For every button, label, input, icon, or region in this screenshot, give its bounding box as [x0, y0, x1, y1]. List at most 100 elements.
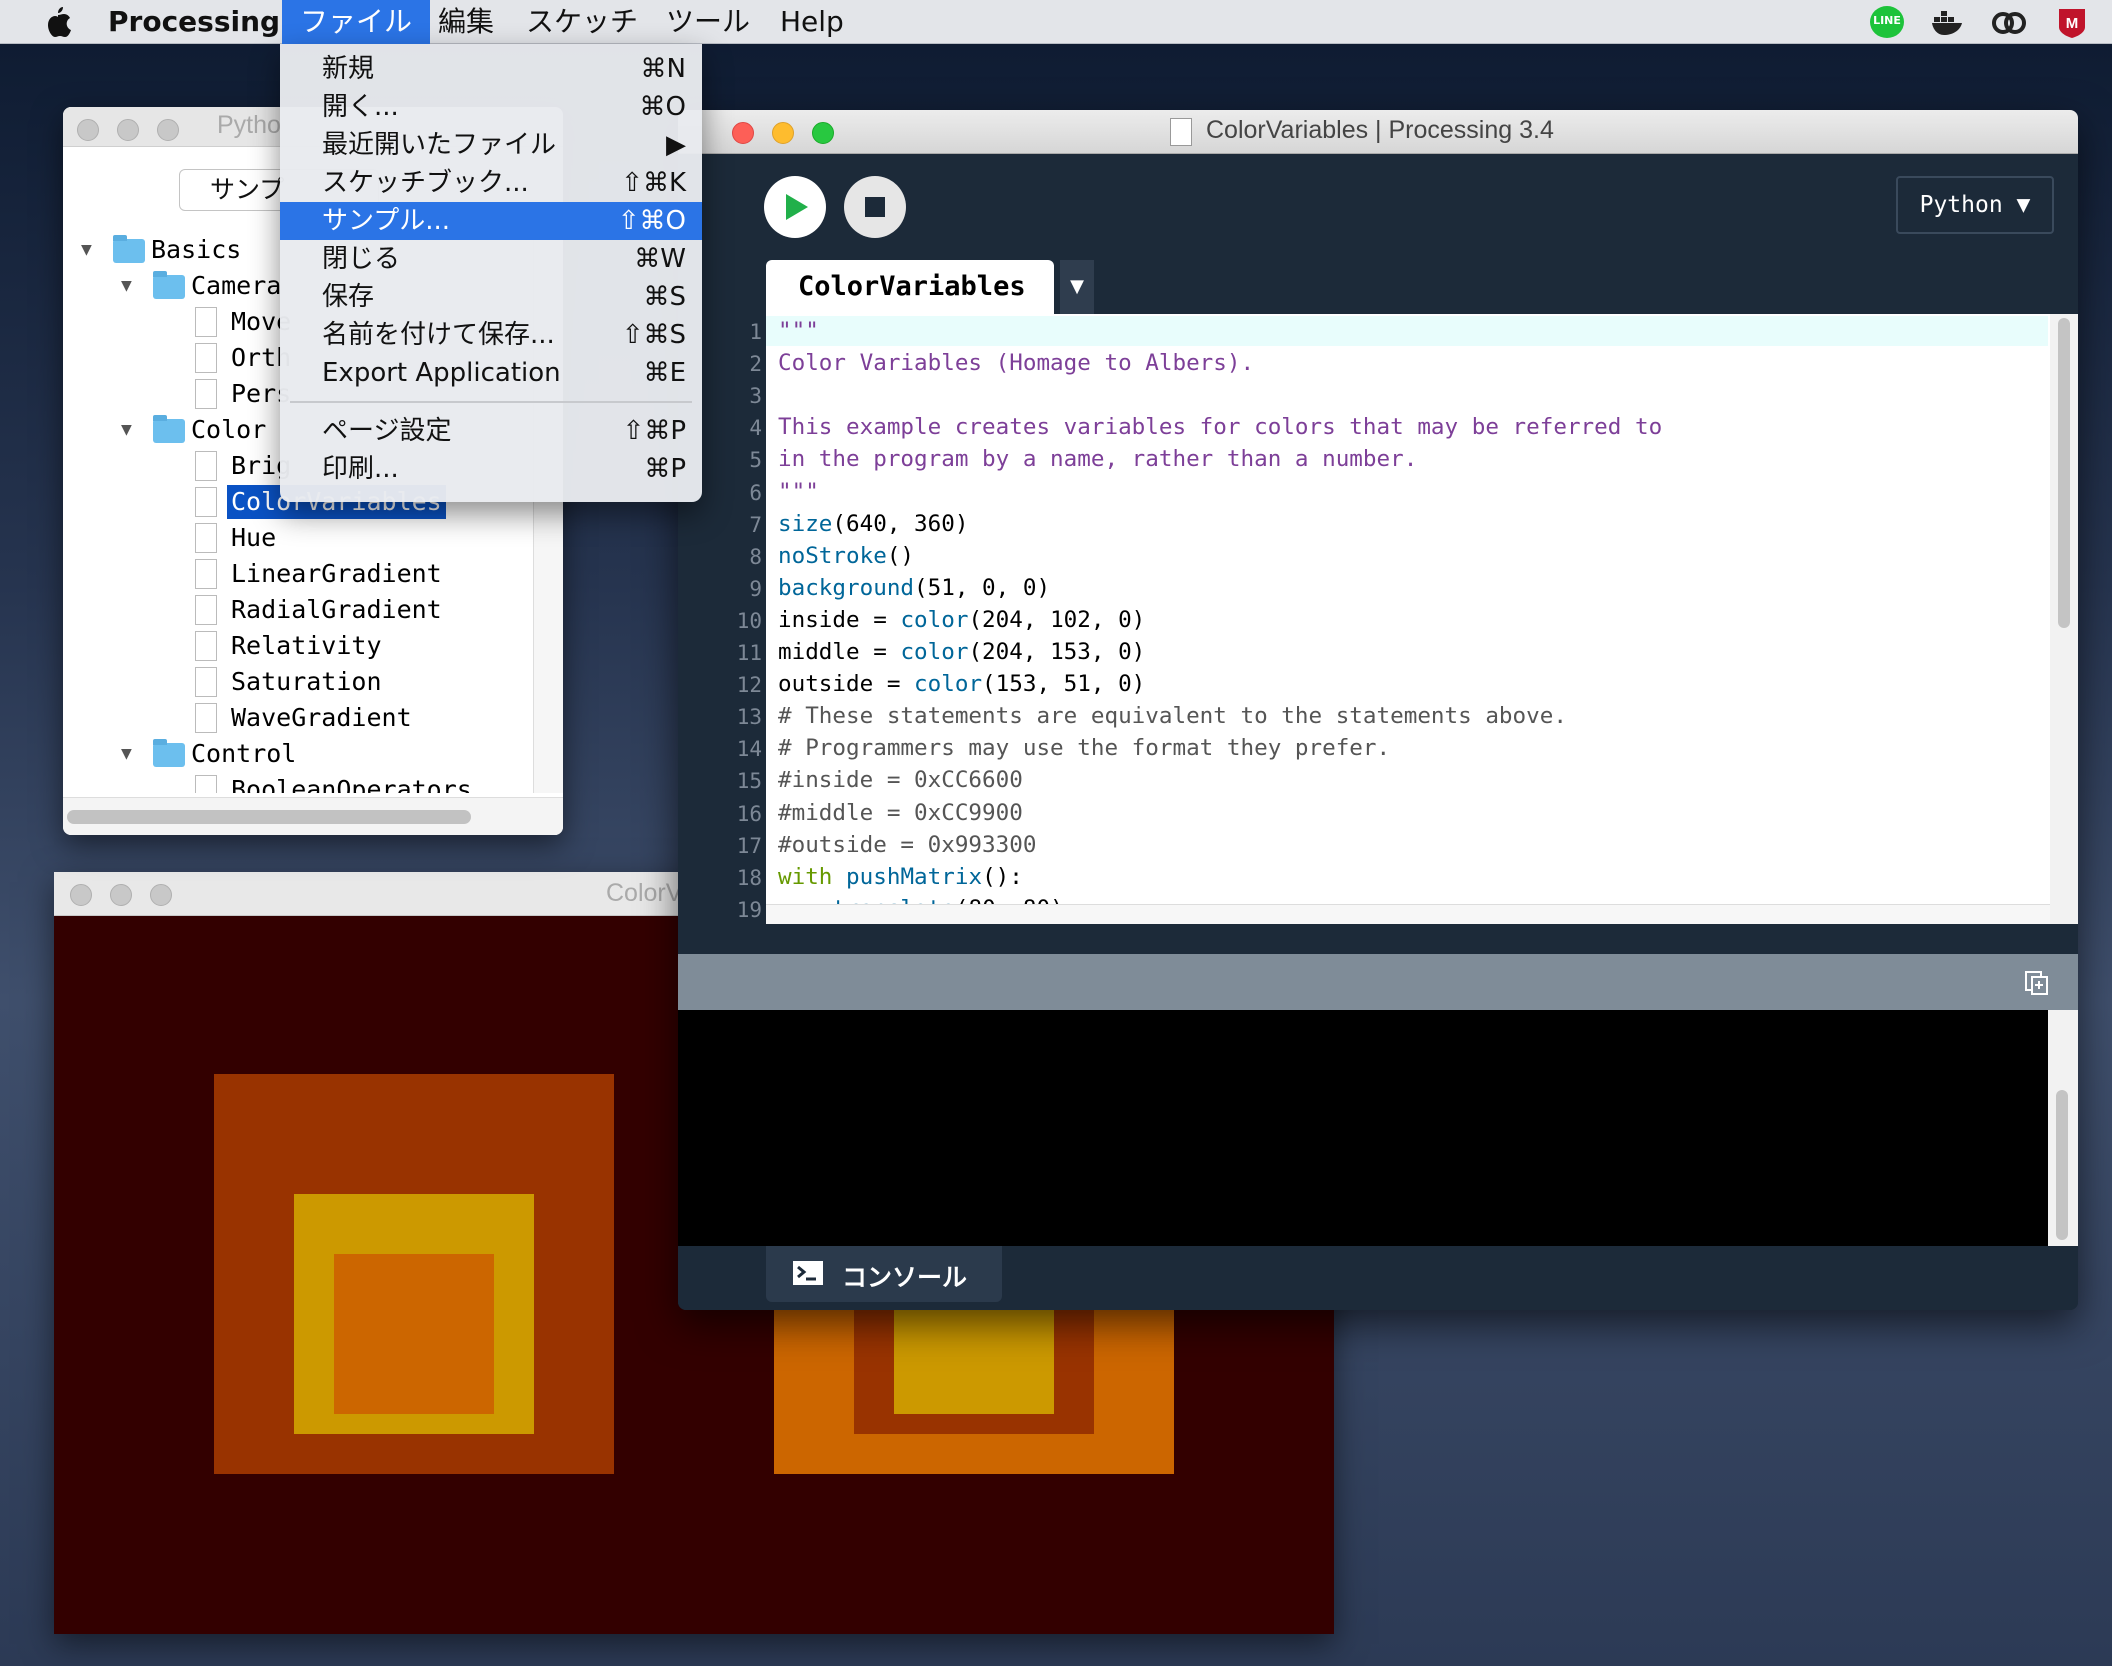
zoom-button[interactable]: [157, 119, 179, 141]
editor-hscrollbar[interactable]: [766, 904, 2050, 924]
menu-item-sketchbook[interactable]: スケッチブック... ⇧⌘K: [280, 164, 702, 202]
tree-item[interactable]: RadialGradient: [63, 593, 533, 627]
tree-item[interactable]: WaveGradient: [63, 701, 533, 735]
file-icon: [195, 451, 217, 481]
line-number: 10: [736, 609, 762, 633]
code-line: outside = color(153, 51, 0): [778, 671, 1146, 697]
disclosure-triangle-icon[interactable]: ▼: [121, 737, 132, 771]
menu-item-new[interactable]: 新規 ⌘N: [280, 50, 702, 88]
tree-label: Basics: [151, 235, 242, 264]
close-button[interactable]: [732, 122, 754, 144]
file-icon: [195, 559, 217, 589]
menu-item-open[interactable]: 開く... ⌘O: [280, 88, 702, 126]
folder-icon: [153, 271, 185, 299]
editor-divider: [678, 924, 2078, 954]
mcafee-icon[interactable]: M: [2054, 7, 2090, 38]
close-button[interactable]: [77, 119, 99, 141]
folder-icon: [153, 415, 185, 443]
stop-button[interactable]: [844, 176, 906, 238]
tree-label: WaveGradient: [231, 703, 412, 732]
minimize-button[interactable]: [110, 884, 132, 906]
code-line: #outside = 0x993300: [778, 832, 1037, 858]
code-line: inside = color(204, 102, 0): [778, 607, 1146, 633]
console-scrollbar[interactable]: [2048, 1010, 2078, 1246]
menu-item-shortcut: ⌘W: [634, 244, 686, 274]
menu-edit[interactable]: 編集: [420, 0, 512, 44]
horizontal-scrollbar[interactable]: [63, 797, 563, 835]
file-icon: [195, 703, 217, 733]
line-icon[interactable]: LINE: [1870, 6, 1904, 38]
minimize-button[interactable]: [772, 122, 794, 144]
zoom-button[interactable]: [150, 884, 172, 906]
folder-icon: [153, 739, 185, 767]
code-line: # Programmers may use the format they pr…: [778, 735, 1391, 761]
stop-icon: [865, 197, 885, 217]
line-number: 16: [736, 802, 762, 826]
tree-folder-control[interactable]: ▼ Control: [63, 737, 533, 771]
tree-item[interactable]: Hue: [63, 521, 533, 555]
disclosure-triangle-icon[interactable]: ▼: [121, 269, 132, 303]
code-line: with pushMatrix():: [778, 864, 1023, 890]
menu-item-save-as[interactable]: 名前を付けて保存... ⇧⌘S: [280, 316, 702, 354]
console-tab[interactable]: コンソール: [766, 1246, 1002, 1302]
code-editor[interactable]: 1 2 3 4 5 6 7 8 9 10 11 12 13 14 15 16 17 18 19 """ Color V…: [678, 314, 2078, 924]
docker-icon[interactable]: [1930, 7, 1966, 37]
menu-item-shortcut: ⌘P: [644, 454, 686, 484]
file-icon: [195, 775, 217, 793]
scrollbar-thumb[interactable]: [2058, 318, 2070, 628]
close-button[interactable]: [70, 884, 92, 906]
menu-tools[interactable]: ツール: [648, 0, 768, 44]
app-menu[interactable]: Processing: [90, 0, 298, 44]
tree-item[interactable]: LinearGradient: [63, 557, 533, 591]
mode-selector[interactable]: Python ▼: [1896, 176, 2054, 234]
file-icon: [195, 595, 217, 625]
tree-label: Color: [191, 415, 267, 444]
zoom-button[interactable]: [812, 122, 834, 144]
menu-separator: [290, 401, 692, 403]
menu-item-export-application[interactable]: Export Application ⌘E: [280, 354, 702, 392]
menu-item-shortcut: ⇧⌘O: [617, 206, 686, 236]
apple-menu-icon[interactable]: [30, 0, 86, 44]
tree-item[interactable]: BooleanOperators: [63, 773, 533, 793]
line-number: 14: [736, 737, 762, 761]
menu-item-page-setup[interactable]: ページ設定 ⇧⌘P: [280, 412, 702, 450]
menu-item-close[interactable]: 閉じる ⌘W: [280, 240, 702, 278]
menu-item-print[interactable]: 印刷... ⌘P: [280, 450, 702, 488]
tree-item[interactable]: Saturation: [63, 665, 533, 699]
editor-scrollbar[interactable]: [2050, 314, 2078, 924]
disclosure-triangle-icon[interactable]: ▼: [121, 413, 132, 447]
copy-console-icon[interactable]: [2024, 970, 2050, 996]
menu-item-examples[interactable]: サンプル... ⇧⌘O: [280, 202, 702, 240]
menu-item-recent[interactable]: 最近開いたファイル ▶: [280, 126, 702, 164]
scrollbar-thumb[interactable]: [67, 810, 471, 824]
code-line: This example creates variables for color…: [778, 414, 1663, 440]
tab-colorvariables[interactable]: ColorVariables: [766, 260, 1054, 314]
tree-label: Camera: [191, 271, 282, 300]
menu-item-shortcut: ⌘S: [643, 282, 686, 312]
tree-label: Relativity: [231, 631, 382, 660]
menu-item-label: 最近開いたファイル: [322, 130, 557, 160]
code-line: # These statements are equivalent to the…: [778, 703, 1567, 729]
run-button[interactable]: [764, 176, 826, 238]
line-number: 11: [736, 641, 762, 665]
menu-help[interactable]: Help: [762, 0, 862, 44]
menu-sketch[interactable]: スケッチ: [508, 0, 656, 44]
menu-item-label: ページ設定: [322, 416, 452, 446]
code-line: background(51, 0, 0): [778, 575, 1051, 601]
menu-file[interactable]: ファイル: [282, 0, 431, 44]
console-output[interactable]: [678, 1010, 2078, 1246]
file-icon: [195, 307, 217, 337]
tree-label: RadialGradient: [231, 595, 442, 624]
current-line-highlight: [766, 316, 2048, 346]
tree-item[interactable]: Relativity: [63, 629, 533, 663]
creative-cloud-icon[interactable]: [1990, 7, 2026, 37]
minimize-button[interactable]: [117, 119, 139, 141]
scrollbar-thumb[interactable]: [2056, 1090, 2068, 1240]
code-line: noStroke(): [778, 543, 915, 569]
disclosure-triangle-icon[interactable]: ▼: [81, 233, 92, 267]
file-icon: [195, 667, 217, 697]
line-number: 7: [749, 513, 762, 537]
code-line: #middle = 0xCC9900: [778, 800, 1023, 826]
tab-menu-button[interactable]: ▼: [1060, 260, 1094, 314]
menu-item-save[interactable]: 保存 ⌘S: [280, 278, 702, 316]
